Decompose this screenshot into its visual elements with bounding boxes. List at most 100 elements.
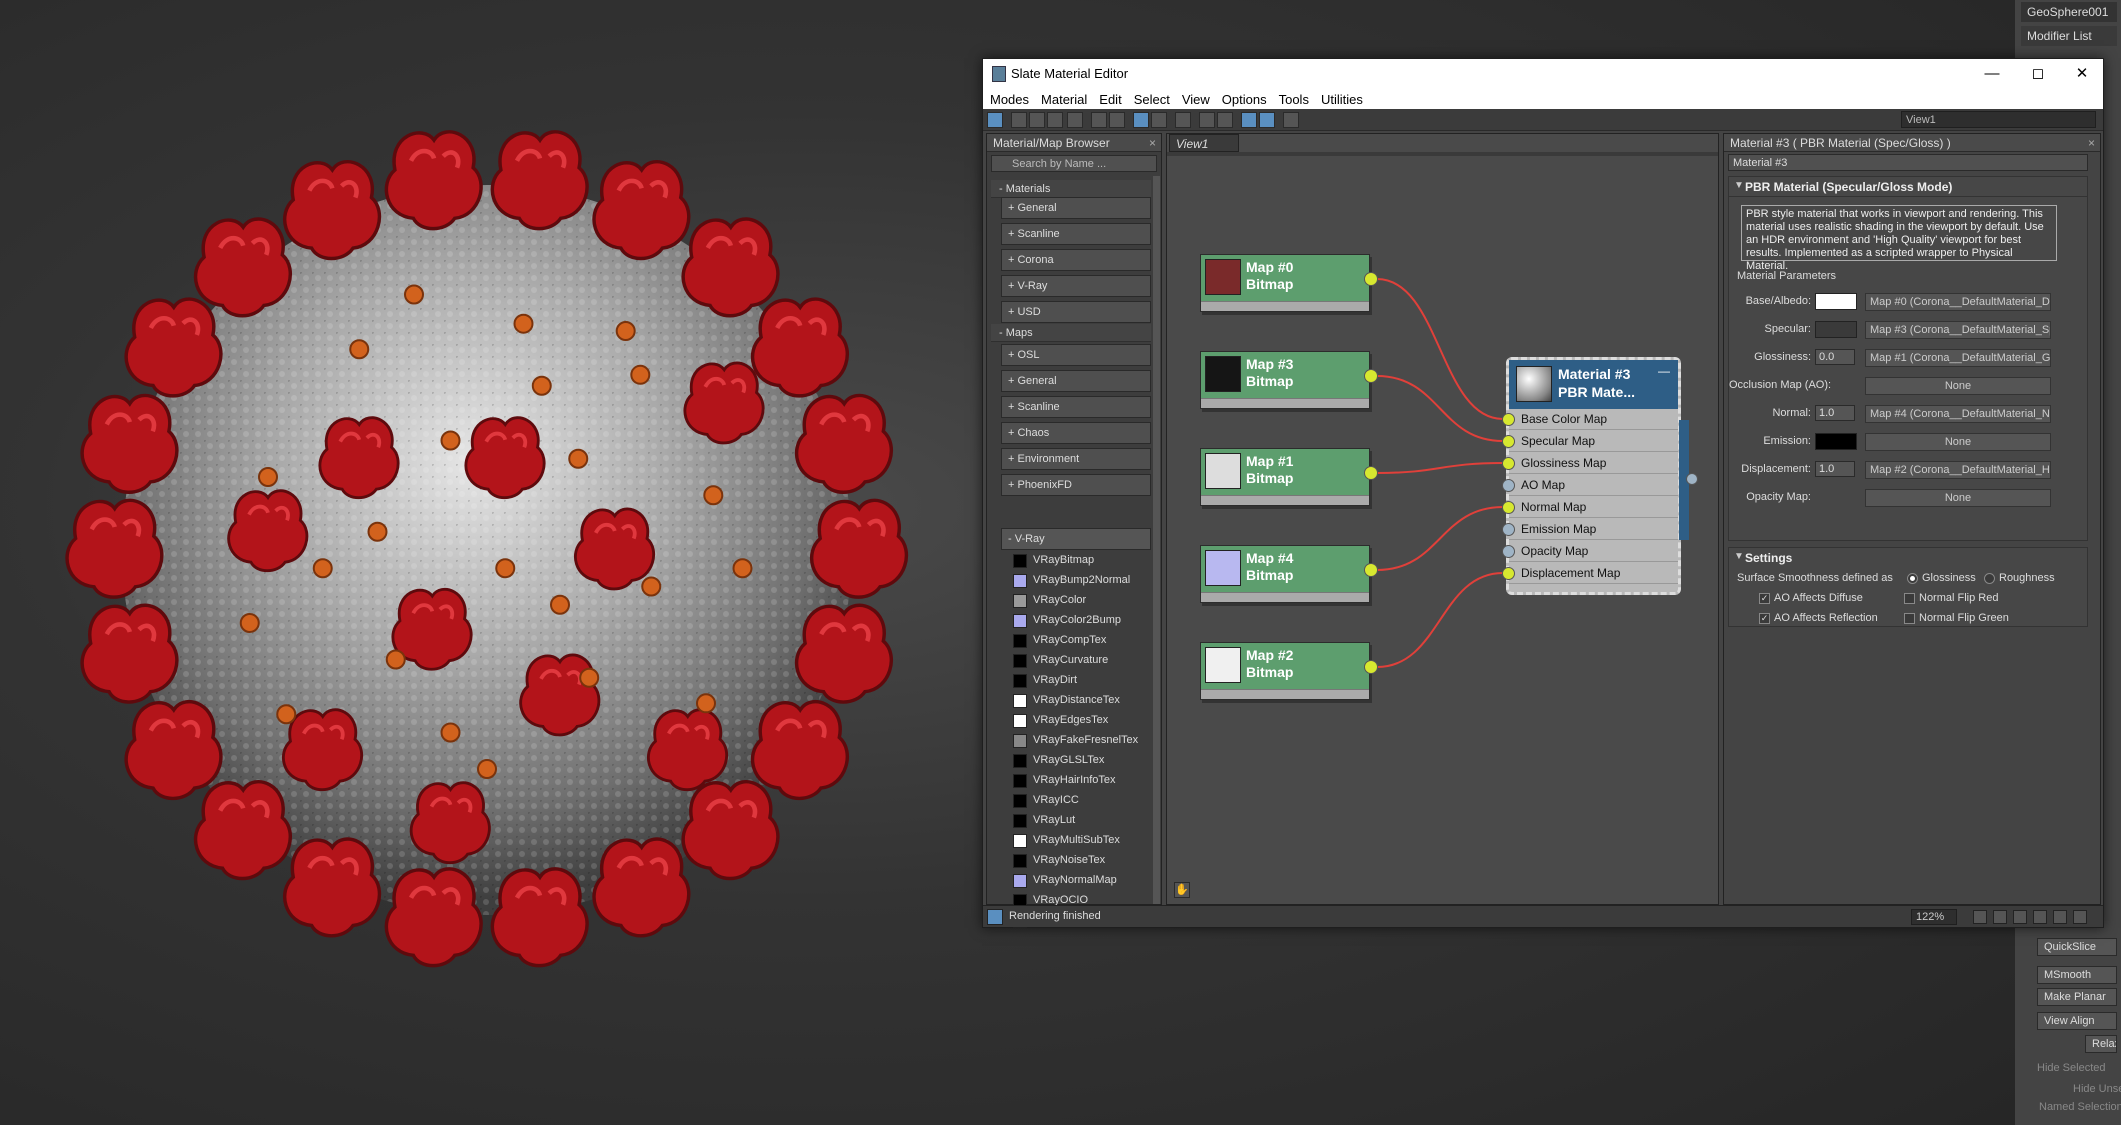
view-select-dropdown[interactable]: View1 [1901, 111, 2096, 128]
zoom-dropdown[interactable]: 122% [1911, 909, 1957, 925]
menu-modes[interactable]: Modes [983, 89, 1035, 107]
vray-map-item[interactable]: VRayLut [1009, 812, 1151, 830]
material-category-corona[interactable]: + Corona [1001, 249, 1151, 271]
maps-category[interactable]: - Maps [991, 324, 1151, 342]
flip-red-checkbox[interactable] [1904, 593, 1915, 604]
node-view-canvas[interactable]: View1 Map #0 Bitmap Map #3 Bitmap Map #1 Bitm… [1166, 133, 1719, 905]
hide-unused-icon[interactable] [1109, 112, 1125, 128]
param-map-button[interactable]: None [1865, 489, 2051, 507]
zoom-icon[interactable] [1993, 910, 2007, 924]
assign-material-icon[interactable] [1047, 112, 1063, 128]
param-map-button[interactable]: None [1865, 377, 2051, 395]
params-close-icon[interactable]: × [2088, 136, 2095, 150]
material-category-scanline[interactable]: + Scanline [1001, 223, 1151, 245]
map-category-chaos[interactable]: + Chaos [1001, 422, 1151, 444]
roughness-radio[interactable] [1984, 573, 1995, 584]
vray-map-item[interactable]: VRayColor [1009, 592, 1151, 610]
material-slot-emission-map[interactable]: Emission Map [1502, 519, 1678, 540]
param-map-button[interactable]: Map #0 (Corona__DefaultMaterial_Diffu [1865, 293, 2051, 311]
param-map-button[interactable]: Map #1 (Corona__DefaultMaterial_Glos [1865, 349, 2051, 367]
param-map-button[interactable]: Map #4 (Corona__DefaultMaterial_Nor [1865, 405, 2051, 423]
browser-search-input[interactable]: Search by Name ... [991, 155, 1157, 172]
map-node[interactable]: Map #0 Bitmap [1200, 254, 1378, 312]
maximize-button[interactable]: ◻ [2015, 59, 2061, 89]
map-output-socket[interactable] [1364, 369, 1378, 383]
material-category-general[interactable]: + General [1001, 197, 1151, 219]
map-output-socket[interactable] [1364, 660, 1378, 674]
pbr-rollout-header[interactable]: ▼ PBR Material (Specular/Gloss Mode) [1729, 177, 2087, 197]
map-output-socket[interactable] [1364, 272, 1378, 286]
vray-map-item[interactable]: VRayColor2Bump [1009, 612, 1151, 630]
param-map-button[interactable]: None [1865, 433, 2051, 451]
param-map-button[interactable]: Map #3 (Corona__DefaultMaterial_Spe [1865, 321, 2051, 339]
minimize-button[interactable]: — [1969, 59, 2015, 89]
vray-map-item[interactable]: VRayNoiseTex [1009, 852, 1151, 870]
vray-map-item[interactable]: VRayEdgesTex [1009, 712, 1151, 730]
vray-map-item[interactable]: VRayNormalMap [1009, 872, 1151, 890]
zoom-extents-selected-icon[interactable] [2053, 910, 2067, 924]
browser-scrollbar[interactable] [1153, 176, 1160, 904]
param-color-swatch[interactable] [1815, 321, 1857, 338]
select-by-material-icon[interactable] [1283, 112, 1299, 128]
vray-map-item[interactable]: VRayDirt [1009, 672, 1151, 690]
param-map-button[interactable]: Map #2 (Corona__DefaultMaterial_Heig [1865, 461, 2051, 479]
map-node[interactable]: Map #1 Bitmap [1200, 448, 1378, 506]
browser-close-icon[interactable]: × [1149, 136, 1156, 150]
put-to-scene-icon[interactable] [1029, 112, 1045, 128]
material-output-socket[interactable] [1686, 473, 1698, 485]
hide-selected-button[interactable]: Hide Selected [2037, 1062, 2106, 1074]
map-node[interactable]: Map #4 Bitmap [1200, 545, 1378, 603]
param-spinner[interactable]: 1.0 [1815, 405, 1855, 421]
slot-input-socket[interactable] [1502, 567, 1515, 580]
slot-input-socket[interactable] [1502, 479, 1515, 492]
menu-tools[interactable]: Tools [1273, 89, 1315, 107]
pan-icon[interactable] [1973, 910, 1987, 924]
material-node[interactable]: Material #3 PBR Mate... — Base Color Map… [1502, 357, 1698, 595]
flip-green-checkbox[interactable] [1904, 613, 1915, 624]
zoom-extents-icon[interactable] [2033, 910, 2047, 924]
material-slot-glossiness-map[interactable]: Glossiness Map [1502, 453, 1678, 474]
material-slot-ao-map[interactable]: AO Map [1502, 475, 1678, 496]
hide-unselected-button[interactable]: Hide Unse [2073, 1083, 2121, 1095]
material-slot-normal-map[interactable]: Normal Map [1502, 497, 1678, 518]
slot-input-socket[interactable] [1502, 545, 1515, 558]
param-color-swatch[interactable] [1815, 293, 1857, 310]
material-browser-toggle-icon[interactable] [1241, 112, 1257, 128]
menu-utilities[interactable]: Utilities [1315, 89, 1369, 107]
view-align-button[interactable]: View Align [2037, 1012, 2117, 1030]
ao-diffuse-checkbox[interactable]: ✓ [1759, 593, 1770, 604]
slot-input-socket[interactable] [1502, 523, 1515, 536]
vray-maps-category[interactable]: - V-Ray [1001, 528, 1151, 550]
param-spinner[interactable]: 1.0 [1815, 461, 1855, 477]
map-category-scanline[interactable]: + Scanline [1001, 396, 1151, 418]
param-color-swatch[interactable] [1815, 433, 1857, 450]
vray-map-item[interactable]: VRayHairInfoTex [1009, 772, 1151, 790]
zoom-all-icon[interactable] [2073, 910, 2087, 924]
material-slot-opacity-map[interactable]: Opacity Map [1502, 541, 1678, 562]
zoom-region-icon[interactable] [2013, 910, 2027, 924]
vray-map-item[interactable]: VRayCompTex [1009, 632, 1151, 650]
vray-map-item[interactable]: VRayICC [1009, 792, 1151, 810]
menu-material[interactable]: Material [1035, 89, 1093, 107]
material-category-usd[interactable]: + USD [1001, 301, 1151, 323]
material-slot-displacement-map[interactable]: Displacement Map [1502, 563, 1678, 584]
layout-all-icon[interactable] [1199, 112, 1215, 128]
slot-input-socket[interactable] [1502, 413, 1515, 426]
relax-button[interactable]: Relax [2085, 1035, 2117, 1053]
settings-rollout-header[interactable]: ▼ Settings [1729, 548, 2087, 568]
pick-material-icon[interactable] [1011, 112, 1027, 128]
map-node[interactable]: Map #3 Bitmap [1200, 351, 1378, 409]
slot-input-socket[interactable] [1502, 457, 1515, 470]
pan-hand-icon[interactable]: ✋ [1174, 882, 1190, 898]
vray-map-item[interactable]: VRayBump2Normal [1009, 572, 1151, 590]
glossiness-radio[interactable] [1907, 573, 1918, 584]
collapse-icon[interactable]: — [1658, 364, 1670, 378]
map-category-environment[interactable]: + Environment [1001, 448, 1151, 470]
show-background-icon[interactable] [1151, 112, 1167, 128]
close-button[interactable]: ✕ [2059, 59, 2105, 89]
menu-edit[interactable]: Edit [1093, 89, 1127, 107]
make-planar-button[interactable]: Make Planar [2037, 988, 2117, 1006]
ao-reflection-checkbox[interactable]: ✓ [1759, 613, 1770, 624]
show-end-result-icon[interactable] [1175, 112, 1191, 128]
select-tool-icon[interactable] [987, 112, 1003, 128]
